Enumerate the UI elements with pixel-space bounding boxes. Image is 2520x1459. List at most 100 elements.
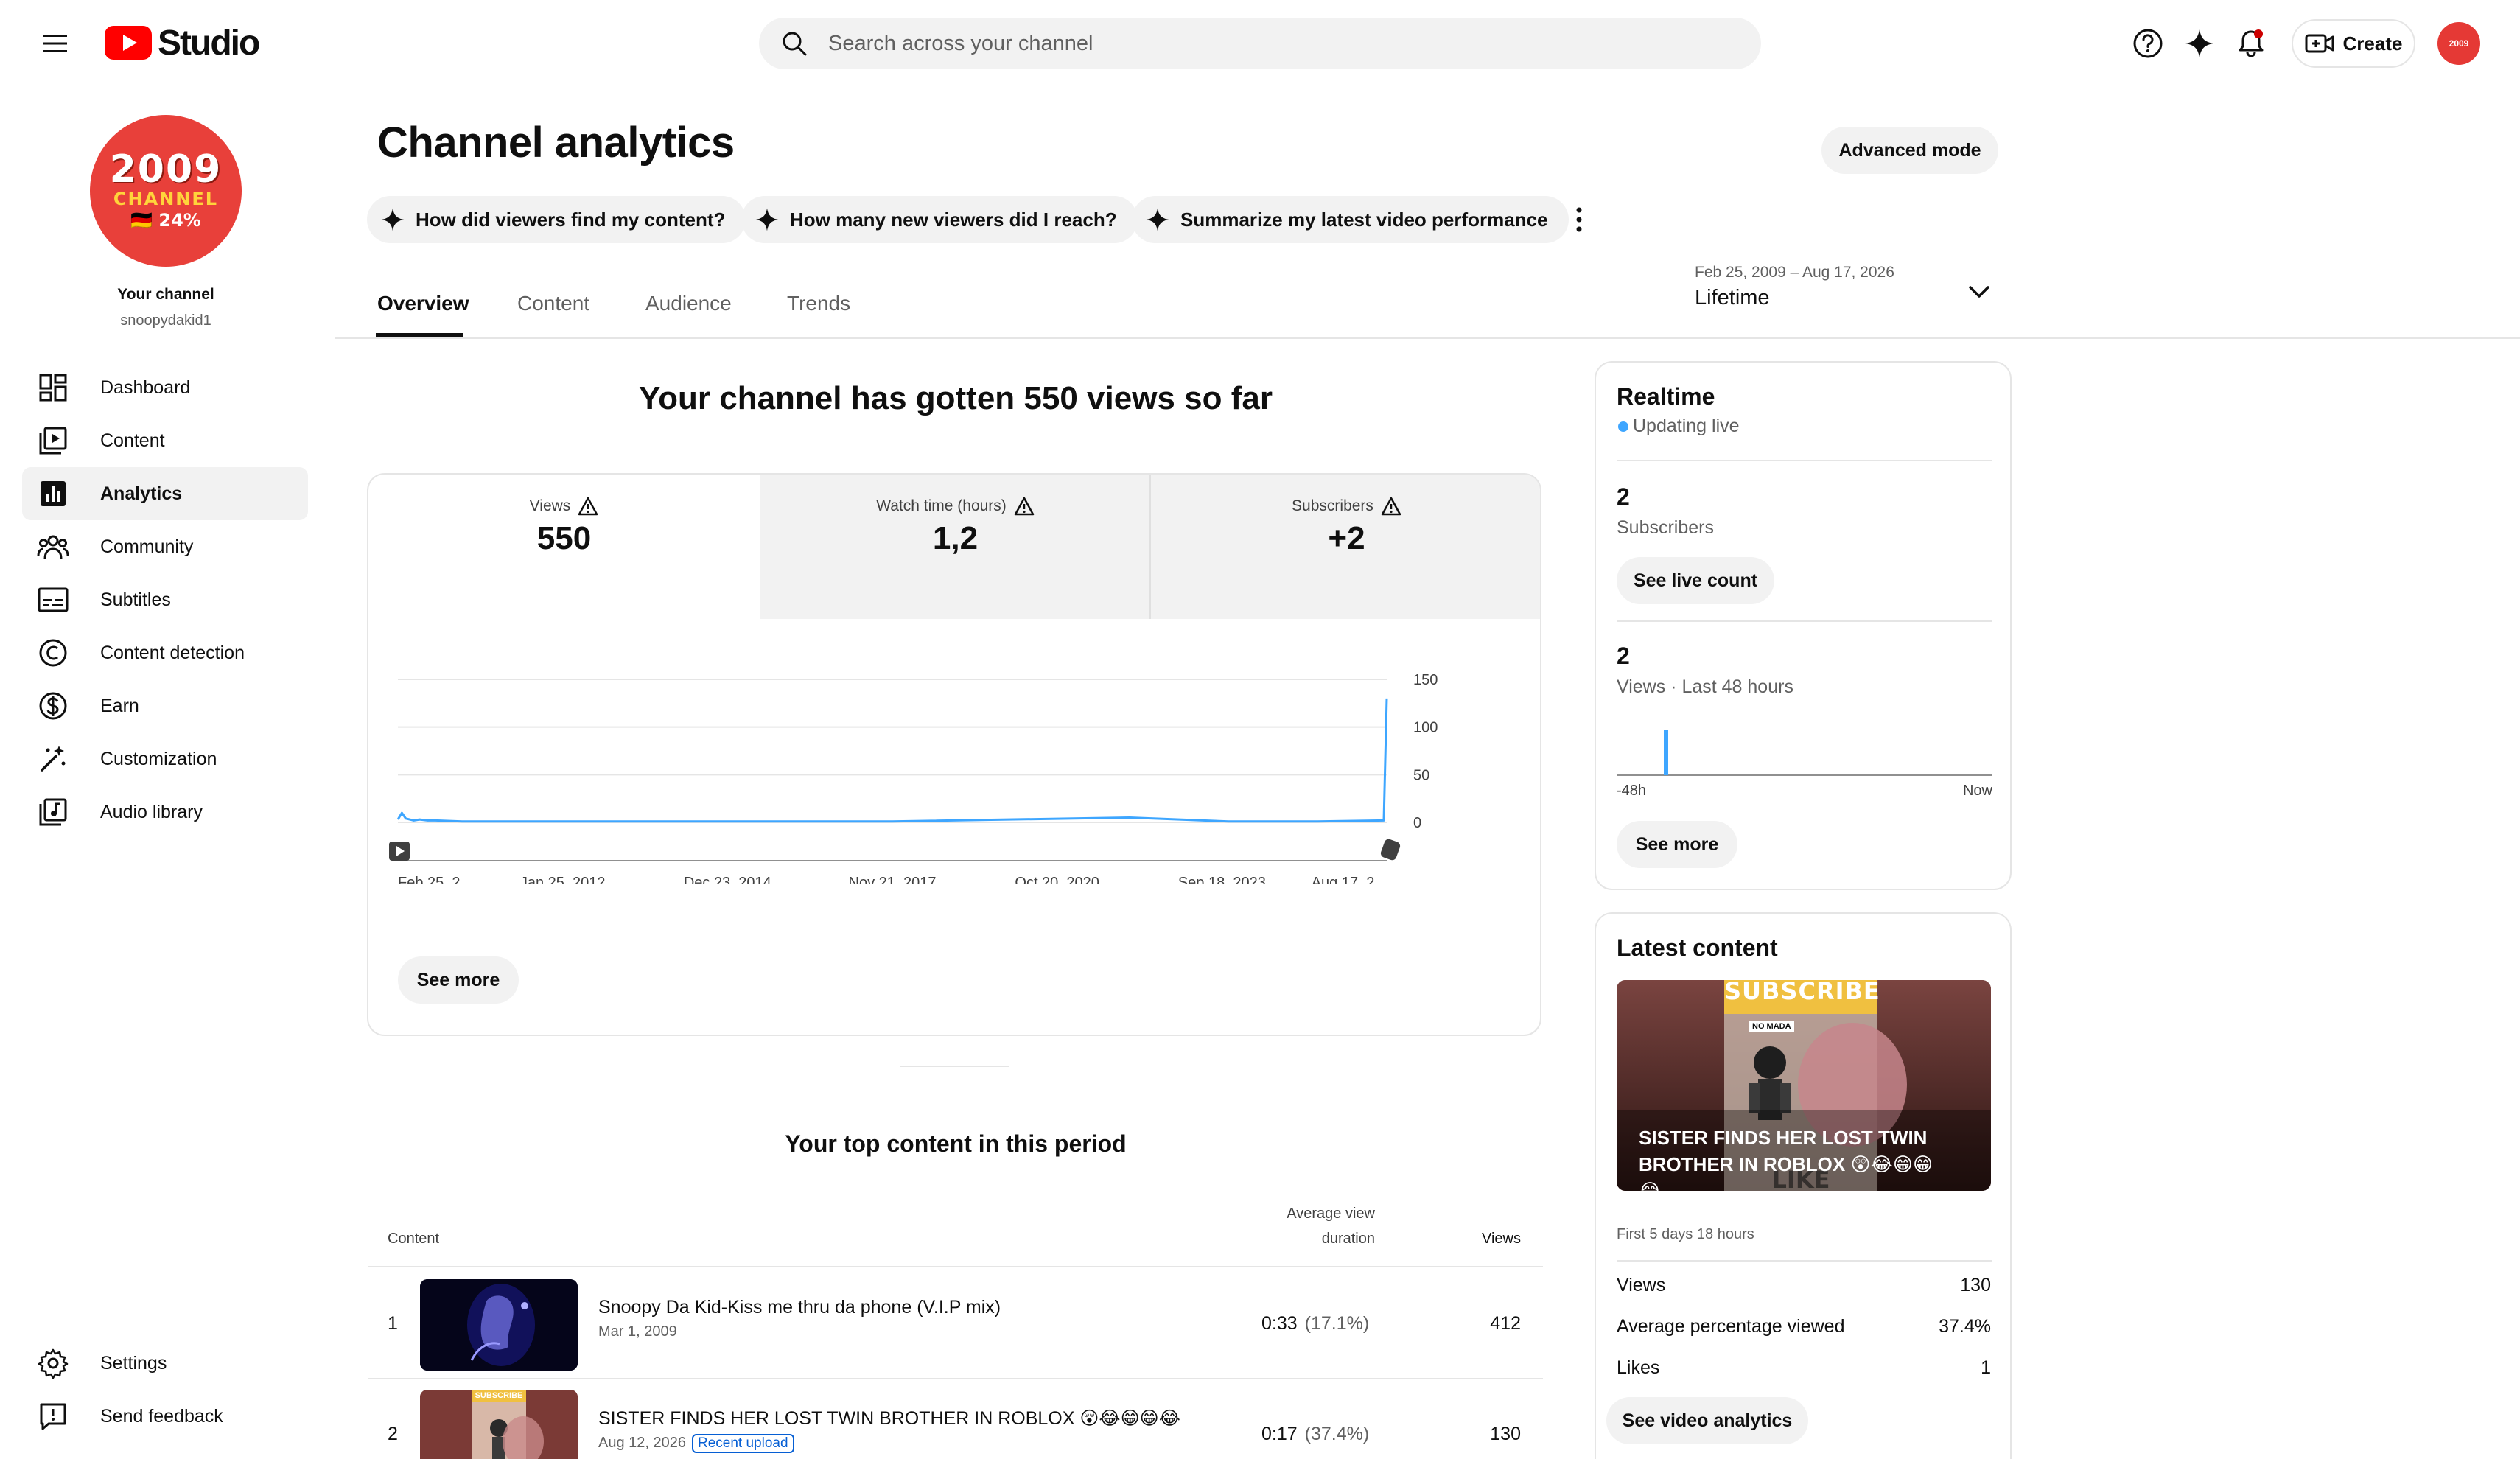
views-headline: Your channel has gotten 550 views so far: [639, 380, 1273, 416]
sidebar-item-settings[interactable]: Settings: [22, 1337, 308, 1390]
gear-icon: [37, 1347, 69, 1379]
video-thumbnail[interactable]: [420, 1279, 578, 1371]
active-tab-indicator: [376, 333, 463, 337]
stat-label: Views: [1617, 1275, 1666, 1295]
date-period-label[interactable]: Lifetime: [1695, 286, 1770, 310]
section-divider: [900, 1066, 1009, 1067]
tab-overview[interactable]: Overview: [377, 292, 469, 315]
recent-upload-badge: Recent upload: [692, 1434, 794, 1453]
column-header-avg-duration-line2[interactable]: duration: [1208, 1231, 1375, 1248]
see-video-analytics-button[interactable]: See video analytics: [1606, 1397, 1808, 1444]
menu-icon[interactable]: [37, 26, 74, 61]
table-row[interactable]: 1 Snoopy Da Kid-Kiss me thru da phone (V…: [368, 1267, 1543, 1378]
metric-label: Views: [529, 497, 571, 514]
sidebar-item-subtitles[interactable]: Subtitles: [22, 573, 308, 626]
channel-avatar[interactable]: 2009 CHANNEL 🇩🇪 24%: [90, 115, 242, 267]
sidebar-item-send-feedback[interactable]: Send feedback: [22, 1390, 308, 1443]
overview-chart-card: Views 550 Watch time (hours) 1,2 Subscri…: [367, 473, 1541, 1036]
tab-audience[interactable]: Audience: [645, 292, 732, 315]
sidebar-item-content-detection[interactable]: Content detection: [22, 626, 308, 679]
realtime-title: Realtime: [1617, 383, 1715, 410]
copyright-icon: [37, 637, 69, 669]
sidebar-item-dashboard[interactable]: Dashboard: [22, 361, 308, 414]
account-avatar[interactable]: 2009: [2437, 22, 2480, 65]
views-series-line: [396, 698, 1388, 823]
sidebar-item-label: Dashboard: [100, 377, 191, 398]
metric-views[interactable]: Views 550: [368, 475, 760, 619]
content-icon: [37, 424, 69, 457]
column-header-views[interactable]: Views: [1444, 1231, 1521, 1248]
realtime-bar-chart[interactable]: [1617, 716, 1992, 777]
date-range[interactable]: Feb 25, 2009 – Aug 17, 2026: [1695, 264, 1894, 281]
community-icon: [37, 531, 69, 563]
channel-avatar-pct: 🇩🇪 24%: [130, 210, 201, 231]
video-date: Mar 1, 2009: [598, 1323, 677, 1340]
sidebar-item-label: Content detection: [100, 642, 245, 663]
studio-logo[interactable]: Studio: [105, 21, 260, 65]
suggestion-chip-2[interactable]: How many new viewers did I reach?: [741, 196, 1138, 243]
advanced-mode-button[interactable]: Advanced mode: [1821, 127, 1998, 174]
realtime-axis-end: Now: [1962, 783, 1992, 799]
sidebar-item-audio-library[interactable]: Audio library: [22, 786, 308, 839]
duration-percent: (37.4%): [1304, 1424, 1370, 1444]
sparkle-icon: [1146, 208, 1169, 231]
channel-handle: snoopydakid1: [120, 312, 211, 329]
notifications-icon[interactable]: [2233, 25, 2269, 62]
divider: [1617, 1260, 1992, 1262]
video-thumbnail[interactable]: SUBSCRIBE: [420, 1390, 578, 1459]
realtime-card: Realtime Updating live 2 Subscribers See…: [1595, 361, 2012, 890]
tab-trends[interactable]: Trends: [787, 292, 850, 315]
realtime-bar: [1664, 730, 1668, 775]
warning-icon: [1014, 497, 1035, 516]
stat-value: 1: [1981, 1357, 1991, 1378]
metric-value: 1,2: [932, 520, 979, 556]
stat-value: 37.4%: [1939, 1316, 1991, 1337]
video-title[interactable]: SISTER FINDS HER LOST TWIN BROTHER IN RO…: [598, 1407, 1180, 1430]
sparkle-icon[interactable]: [2181, 25, 2218, 62]
x-tick-label: Aug 17, 2...: [1312, 875, 1387, 884]
magic-wand-icon: [37, 743, 69, 775]
column-header-avg-duration-line1[interactable]: Average view: [1208, 1206, 1375, 1222]
sidebar-item-community[interactable]: Community: [22, 520, 308, 573]
realtime-subscribers-value: 2: [1617, 483, 1630, 510]
feedback-icon: [37, 1400, 69, 1432]
x-tick-label: Nov 21, 2017: [849, 875, 937, 884]
views-line-chart[interactable]: 0 50 100 150 Feb 25, 2... Jan 25, 2012 Dec 23,…: [368, 619, 1541, 884]
sparkle-icon: [755, 208, 779, 231]
sidebar-item-analytics[interactable]: Analytics: [22, 467, 308, 520]
sidebar-item-content[interactable]: Content: [22, 414, 308, 467]
see-live-count-button[interactable]: See live count: [1617, 557, 1774, 604]
suggestion-chip-3[interactable]: Summarize my latest video performance: [1132, 196, 1569, 243]
chevron-down-icon[interactable]: [1964, 279, 1994, 305]
sidebar-item-customization[interactable]: Customization: [22, 732, 308, 786]
sidebar-item-label: Customization: [100, 748, 217, 769]
video-date: Aug 12, 2026: [598, 1435, 686, 1451]
help-icon[interactable]: [2129, 25, 2166, 62]
metric-watch-time[interactable]: Watch time (hours) 1,2: [760, 475, 1151, 619]
stat-label: Average percentage viewed: [1617, 1316, 1845, 1337]
latest-video-thumbnail[interactable]: SUBSCRIBE NO MADA LIKE SISTER FINDS HER …: [1617, 980, 1991, 1191]
analytics-icon: [37, 477, 69, 510]
realtime-see-more-button[interactable]: See more: [1617, 821, 1737, 868]
table-row[interactable]: 2 SUBSCRIBE SISTER FINDS HER LOST TWIN B…: [368, 1379, 1543, 1459]
create-label: Create: [2342, 32, 2403, 55]
sidebar-item-earn[interactable]: Earn: [22, 679, 308, 732]
row-views: 412: [1490, 1313, 1521, 1334]
your-channel-label: Your channel: [117, 286, 214, 303]
x-tick-label: Dec 23, 2014: [684, 875, 771, 884]
search-icon: [783, 32, 807, 56]
chip-label: How did viewers find my content?: [416, 208, 726, 231]
tab-content[interactable]: Content: [517, 292, 589, 315]
search-input[interactable]: Search across your channel: [759, 18, 1761, 69]
more-options-icon[interactable]: [1568, 199, 1590, 240]
create-button[interactable]: Create: [2292, 19, 2415, 68]
realtime-axis-start: -48h: [1617, 783, 1647, 799]
metric-subscribers[interactable]: Subscribers +2: [1151, 475, 1540, 619]
video-title[interactable]: Snoopy Da Kid-Kiss me thru da phone (V.I…: [598, 1297, 1001, 1318]
see-more-button[interactable]: See more: [398, 956, 519, 1004]
avg-view-duration: 0:33 (17.1%): [1261, 1313, 1369, 1334]
x-tick-label: Oct 20, 2020: [1015, 875, 1099, 884]
x-tick-label: Jan 25, 2012: [520, 875, 606, 884]
metric-separator: [1149, 475, 1151, 619]
suggestion-chip-1[interactable]: How did viewers find my content?: [367, 196, 746, 243]
